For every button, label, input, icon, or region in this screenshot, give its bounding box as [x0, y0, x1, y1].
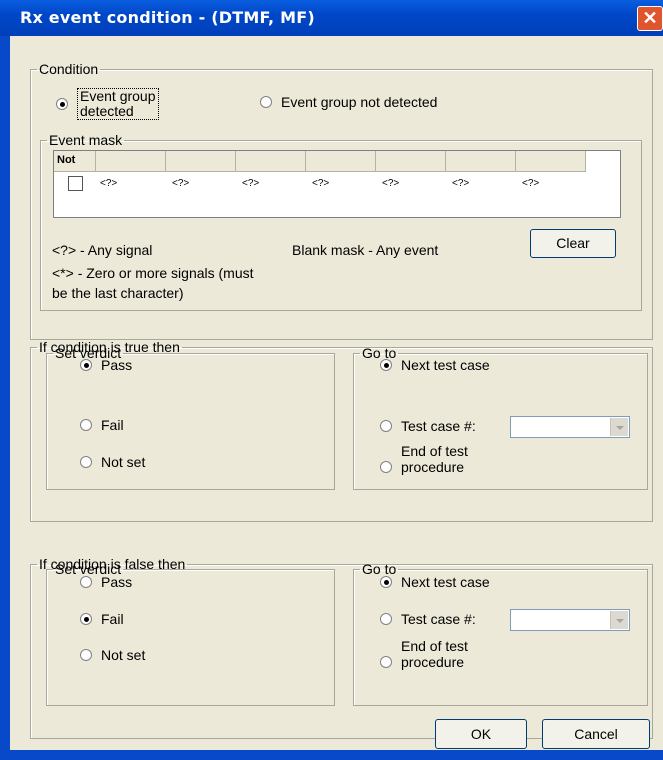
detected-label-line2: detected	[80, 103, 134, 119]
false-next-label: Next test case	[401, 574, 490, 590]
false-end-indicator[interactable]	[380, 656, 392, 668]
radio-not-detected-label: Event group not detected	[281, 94, 438, 110]
grid-header-col	[166, 151, 236, 172]
false-fail-indicator[interactable]	[80, 613, 92, 625]
false-test-case-indicator[interactable]	[380, 613, 392, 625]
false-verdict-fail[interactable]: Fail	[80, 611, 124, 627]
ok-button[interactable]: OK	[435, 719, 527, 749]
false-not-set-indicator[interactable]	[80, 649, 92, 661]
true-test-case-combo[interactable]	[510, 416, 630, 438]
false-end-label: End of test procedure	[401, 638, 468, 670]
hint-any-signal: <?> - Any signal	[52, 242, 153, 258]
true-goto-next[interactable]: Next test case	[380, 357, 490, 373]
false-goto-next[interactable]: Next test case	[380, 574, 490, 590]
true-not-set-label: Not set	[101, 454, 146, 470]
hint-zero-more-line1: <*> - Zero or more signals (must	[52, 265, 254, 281]
false-verdict-pass[interactable]: Pass	[80, 574, 132, 590]
close-icon[interactable]: ✕	[637, 6, 663, 31]
grid-header-col	[306, 151, 376, 172]
true-goto-test-case[interactable]: Test case #:	[380, 418, 476, 434]
cancel-button[interactable]: Cancel	[542, 719, 650, 749]
grid-header-col	[446, 151, 516, 172]
false-end-line2: procedure	[401, 654, 465, 670]
true-pass-label: Pass	[101, 357, 133, 373]
false-goto-end[interactable]: End of test procedure	[380, 638, 468, 670]
true-test-case-indicator[interactable]	[380, 420, 392, 432]
mask-cell[interactable]: <?>	[382, 178, 399, 189]
true-end-indicator[interactable]	[380, 461, 392, 473]
false-not-set-label: Not set	[101, 647, 146, 663]
not-checkbox[interactable]	[68, 176, 83, 191]
true-verdict-not-set[interactable]: Not set	[80, 454, 145, 470]
radio-event-not-detected[interactable]: Event group not detected	[260, 94, 437, 110]
mask-cell[interactable]: <?>	[172, 178, 189, 189]
true-end-line2: procedure	[401, 459, 465, 475]
chevron-down-icon[interactable]	[610, 418, 628, 436]
radio-detected-label: Event group detected	[77, 88, 159, 120]
grid-header-col	[236, 151, 306, 172]
event-mask-legend: Event mask	[49, 132, 123, 148]
false-fail-label: Fail	[101, 611, 124, 627]
false-next-indicator[interactable]	[380, 576, 392, 588]
false-verdict-not-set[interactable]: Not set	[80, 647, 145, 663]
mask-cell[interactable]: <?>	[100, 178, 117, 189]
false-test-case-combo[interactable]	[510, 609, 630, 631]
chevron-down-icon[interactable]	[610, 611, 628, 629]
mask-cell[interactable]: <?>	[452, 178, 469, 189]
condition-legend: Condition	[39, 61, 99, 77]
true-fail-label: Fail	[101, 417, 124, 433]
grid-header-col	[376, 151, 446, 172]
event-mask-grid[interactable]: Not <?> <?> <?> <?> <?> <?> <?>	[53, 150, 621, 218]
false-pass-indicator[interactable]	[80, 576, 92, 588]
grid-header-not: Not	[54, 151, 96, 172]
false-test-case-label: Test case #:	[401, 611, 476, 627]
radio-not-detected-indicator[interactable]	[260, 96, 272, 108]
true-goto-end[interactable]: End of test procedure	[380, 443, 468, 475]
mask-cell[interactable]: <?>	[242, 178, 259, 189]
radio-event-detected[interactable]: Event group detected	[56, 88, 159, 120]
window-frame-left	[0, 36, 10, 760]
title-bar: Rx event condition - (DTMF, MF) ✕	[0, 0, 663, 36]
hint-zero-more-line2: be the last character)	[52, 285, 184, 301]
true-verdict-fail[interactable]: Fail	[80, 417, 124, 433]
true-not-set-indicator[interactable]	[80, 456, 92, 468]
mask-cell[interactable]: <?>	[312, 178, 329, 189]
true-verdict-pass[interactable]: Pass	[80, 357, 132, 373]
false-end-line1: End of test	[401, 638, 468, 654]
true-test-case-label: Test case #:	[401, 418, 476, 434]
window-title: Rx event condition - (DTMF, MF)	[20, 8, 315, 27]
false-goto-test-case[interactable]: Test case #:	[380, 611, 476, 627]
true-fail-indicator[interactable]	[80, 419, 92, 431]
mask-cell[interactable]: <?>	[522, 178, 539, 189]
detected-label-line1: Event group	[80, 88, 156, 104]
true-end-line1: End of test	[401, 443, 468, 459]
radio-detected-indicator[interactable]	[56, 98, 68, 110]
true-pass-indicator[interactable]	[80, 359, 92, 371]
true-next-label: Next test case	[401, 357, 490, 373]
dialog-content: Condition Event group detected Event gro…	[10, 36, 663, 750]
true-end-label: End of test procedure	[401, 443, 468, 475]
grid-header-col	[516, 151, 586, 172]
true-next-indicator[interactable]	[380, 359, 392, 371]
grid-header-col	[96, 151, 166, 172]
window-frame-bottom	[0, 750, 663, 760]
hint-blank-mask: Blank mask - Any event	[292, 242, 439, 258]
clear-button[interactable]: Clear	[530, 229, 616, 258]
grid-header-row: Not	[54, 151, 586, 172]
false-pass-label: Pass	[101, 574, 133, 590]
